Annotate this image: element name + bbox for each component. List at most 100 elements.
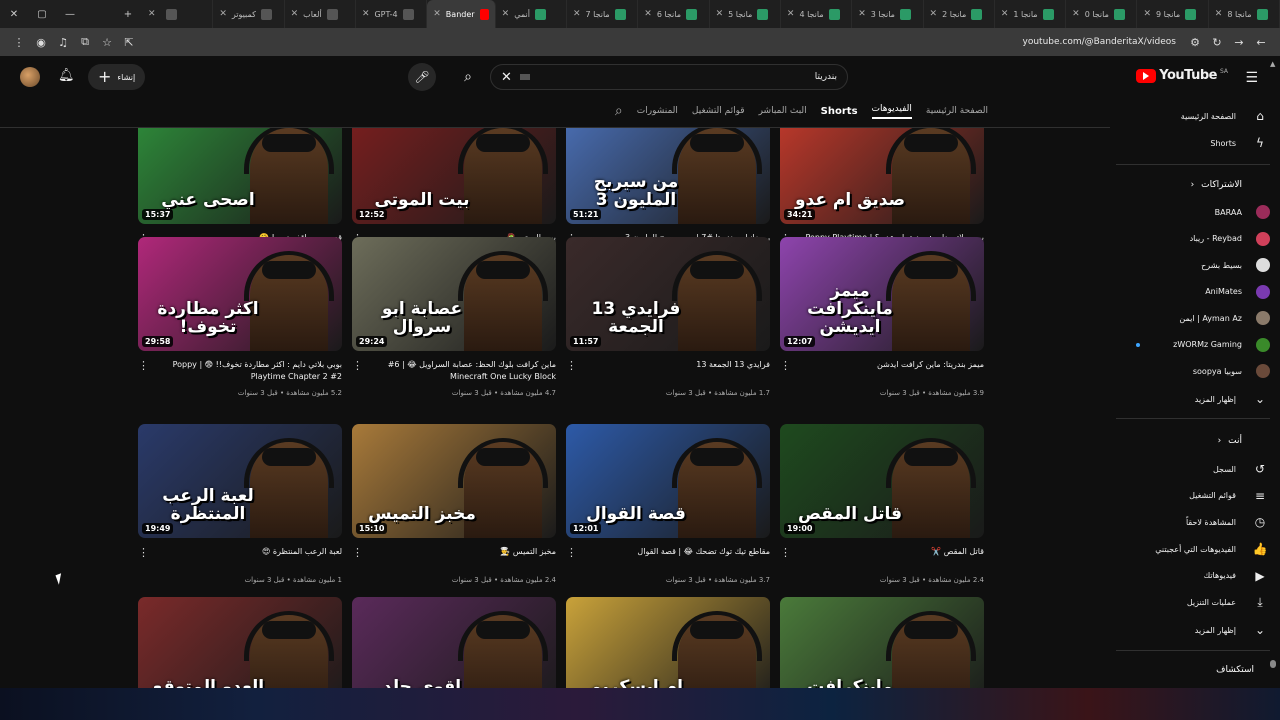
new-tab-icon[interactable]: + [114,0,142,28]
create-button[interactable]: + إنشاء [88,64,146,90]
more-actions-icon[interactable]: ⋮ [138,546,149,559]
video-thumbnail[interactable]: صديق ام عدو 34:21 [780,128,984,224]
browser-tab[interactable]: ✕ مانجا 3 [852,0,924,28]
video-thumbnail[interactable]: بيت الموتى 12:52 [352,128,556,224]
close-tab-icon[interactable]: ✕ [716,9,724,19]
back-icon[interactable]: ← [1250,36,1272,49]
bookmark-star-icon[interactable]: ☆ [96,36,118,49]
video-thumbnail[interactable]: اقوى جلد [352,597,556,688]
sidebar-show-more[interactable]: ⌄ إظهار المزيد [1116,618,1270,642]
close-tab-icon[interactable]: ✕ [787,9,795,19]
sidebar-subscription[interactable]: Reybad - ريباد [1116,227,1270,251]
close-tab-icon[interactable]: ✕ [644,9,652,19]
close-tab-icon[interactable]: ✕ [148,9,156,19]
youtube-logo[interactable]: YouTube SA [1136,68,1228,83]
tab-playlists[interactable]: قوائم التشغيل [692,106,745,116]
browser-tab[interactable]: ✕ أنمي [496,0,567,28]
reload-icon[interactable]: ↻ [1206,36,1228,49]
tab-home[interactable]: الصفحة الرئيسية [926,106,988,116]
video-title[interactable]: بوبي بلاتي دايم : اكثر مطاردة تخوف!! 😨 |… [162,359,342,382]
close-tab-icon[interactable]: ✕ [573,9,581,19]
sidebar-subscription[interactable]: zWORMz Gaming [1116,333,1270,357]
video-thumbnail[interactable]: مخبز التميس 15:10 [352,424,556,538]
video-thumbnail[interactable]: من سيربح المليون 3 51:21 [566,128,770,224]
browser-tab[interactable]: ✕ ألعاب [285,0,356,28]
video-thumbnail[interactable]: اكثر مطاردة تخوف! 29:58 [138,237,342,351]
more-actions-icon[interactable]: ⋮ [780,359,791,372]
sidebar-subscription[interactable]: سوبيا soopya [1116,359,1270,383]
video-thumbnail[interactable]: فرايدي 13 الجمعة 11:57 [566,237,770,351]
browser-tab[interactable]: ✕ مانجا 8 [1209,0,1280,28]
browser-tab[interactable]: ✕ مانجا 4 [781,0,853,28]
close-tab-icon[interactable]: ✕ [502,9,510,19]
account-avatar[interactable] [20,67,40,87]
guide-menu-icon[interactable]: ☰ [1245,70,1258,86]
notifications-bell-icon[interactable]: 🔔︎ [58,68,75,83]
close-tab-icon[interactable]: ✕ [858,9,866,19]
close-tab-icon[interactable]: ✕ [433,9,441,19]
more-actions-icon[interactable]: ⋮ [566,359,577,372]
video-title[interactable]: ميمز بندريتا: ماين كرافت ايدشن [804,359,984,371]
sidebar-item-you[interactable]: 👍 الفيديوهات التي أعجبتني [1116,537,1270,561]
video-card[interactable]: لعبة الرعب المنتظرة 19:49 لعبة الرعب المنت… [138,424,342,598]
video-card[interactable]: فرايدي 13 الجمعة 11:57 فرايدي 13 الجمعة 13… [566,237,770,411]
sidebar-subscription[interactable]: BARAA [1116,200,1270,224]
scrollbar-thumb[interactable] [1270,660,1276,668]
you-heading[interactable]: أنت ‹ [1116,436,1270,446]
video-thumbnail[interactable]: ميمز ماينكرافت ايديشن 12:07 [780,237,984,351]
video-thumbnail[interactable]: عصابة ابو سروال 29:24 [352,237,556,351]
video-title[interactable]: لعبة الرعب المنتظرة 😍 [162,546,342,558]
close-tab-icon[interactable]: ✕ [1001,9,1009,19]
video-thumbnail[interactable]: قصة القوال 12:01 [566,424,770,538]
video-card[interactable]: مخبز التميس 15:10 مخبز التميس 👨‍🍳 2.4 مليون… [352,424,556,598]
video-card[interactable]: ماينكرافت [780,597,984,688]
channel-search-icon[interactable]: ⌕ [615,103,623,119]
video-card[interactable]: العدو المتوقع [138,597,342,688]
sidebar-item-shorts[interactable]: ϟ Shorts [1116,131,1270,155]
more-actions-icon[interactable]: ⋮ [352,546,363,559]
site-settings-icon[interactable]: ⚙ [1184,36,1206,49]
menu-dots-icon[interactable]: ⋮ [8,36,30,49]
clear-search-icon[interactable]: ✕ [501,70,512,85]
video-title[interactable]: مقاطع تيك توك تضحك 😂 | قصة القوال [590,546,770,558]
browser-tab[interactable]: ✕ مانجا 5 [710,0,781,28]
video-title[interactable]: فرايدي 13 الجمعة 13 [590,359,770,371]
share-icon[interactable]: ⇱ [118,36,140,49]
forward-icon[interactable]: → [1228,36,1250,49]
search-icon[interactable]: ⌕ [452,64,484,90]
sidebar-item-you[interactable]: ≡ قوائم التشغيل [1116,484,1270,508]
scroll-up-icon[interactable]: ▲ [1270,60,1275,68]
sidebar-subscription[interactable]: بسيط بشرح [1116,253,1270,277]
sidebar-subscription[interactable]: Ayman Az | ايمن [1116,306,1270,330]
sidebar-show-more[interactable]: ⌄ إظهار المزيد [1116,387,1270,411]
more-actions-icon[interactable]: ⋮ [138,359,149,372]
extensions-icon[interactable]: ⧉ [74,35,96,49]
more-actions-icon[interactable]: ⋮ [352,359,363,372]
video-thumbnail[interactable]: ام ايسكريم [566,597,770,688]
browser-tab[interactable]: ✕ Bander [427,0,496,28]
browser-tab[interactable]: ✕ مانجا 0 [1066,0,1138,28]
video-title[interactable]: مخبز التميس 👨‍🍳 [376,546,556,558]
voice-search-icon[interactable]: 🎤︎ [408,63,436,91]
close-tab-icon[interactable]: ✕ [1072,9,1080,19]
sidebar-item-you[interactable]: ▶ فيديوهاتك [1116,564,1270,588]
video-thumbnail[interactable]: قاتل المقص 19:00 [780,424,984,538]
more-actions-icon[interactable]: ⋮ [780,546,791,559]
restore-window-icon[interactable]: ▢ [28,0,56,28]
tab-shorts[interactable]: Shorts [821,106,858,117]
video-thumbnail[interactable]: العدو المتوقع [138,597,342,688]
search-input[interactable]: ✕ بندريتا [490,64,848,90]
browser-tab[interactable]: ✕ مانجا 1 [995,0,1067,28]
tab-live[interactable]: البث المباشر [759,106,807,116]
video-card[interactable]: اكثر مطاردة تخوف! 29:58 بوبي بلاتي دايم : … [138,237,342,411]
video-thumbnail[interactable]: لعبة الرعب المنتظرة 19:49 [138,424,342,538]
browser-tab[interactable]: ✕ [142,0,214,28]
video-card[interactable]: ميمز ماينكرافت ايديشن 12:07 ميمز بندريتا: … [780,237,984,411]
video-card[interactable]: عصابة ابو سروال 29:24 ماين كرافت بلوك الحظ… [352,237,556,411]
video-title[interactable]: ماين كرافت بلوك الحظ: عصابة السراويل 😂 |… [376,359,556,382]
sidebar-subscription[interactable]: AniMates [1116,280,1270,304]
video-card[interactable]: قاتل المقص 19:00 قاتل المقص ✂️ 2.4 مليون مش… [780,424,984,598]
tab-videos[interactable]: الفيديوهات [871,104,912,119]
close-tab-icon[interactable]: ✕ [362,9,370,19]
sidebar-item-you[interactable]: ◷ المشاهدة لاحقاً [1116,510,1270,534]
